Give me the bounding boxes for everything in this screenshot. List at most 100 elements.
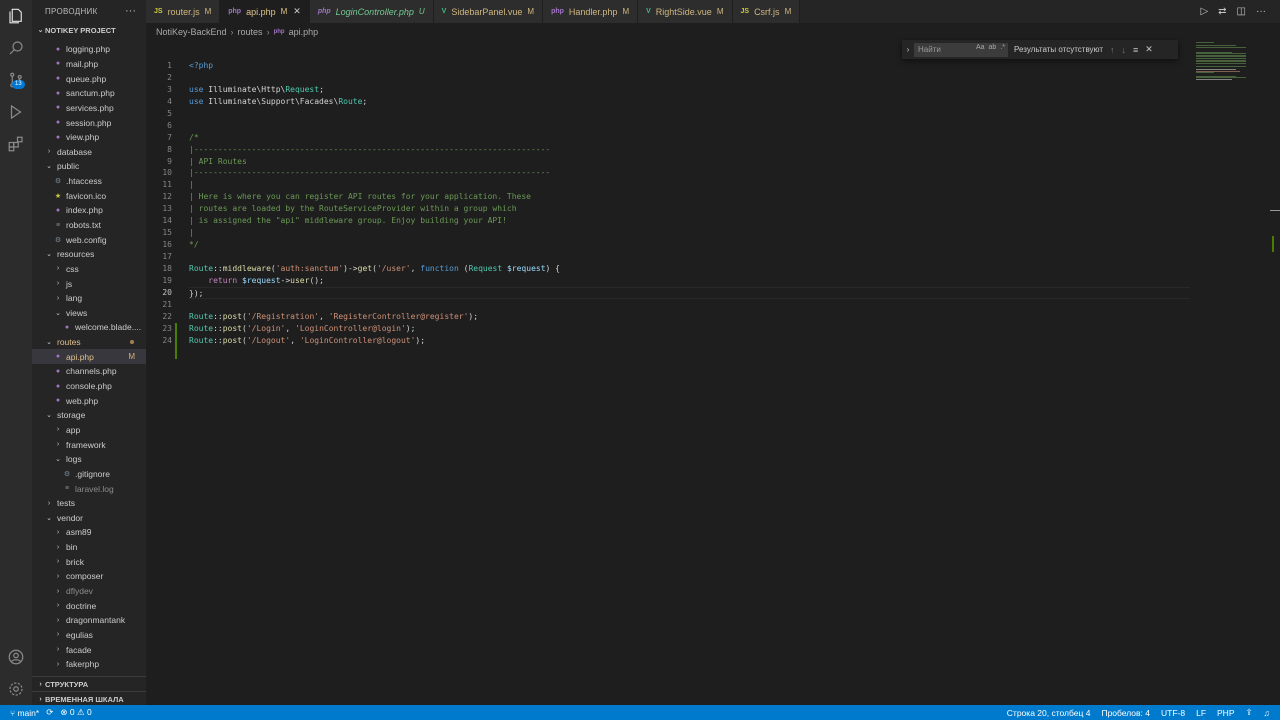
file-item[interactable]: ● logging.php <box>32 42 146 57</box>
breadcrumb-root[interactable]: NotiKey-BackEnd <box>156 27 227 37</box>
folder-item[interactable]: › css <box>32 262 146 277</box>
project-section-header[interactable]: ⌄ NOTIKEY PROJECT <box>32 22 146 38</box>
folder-item[interactable]: › bin <box>32 540 146 555</box>
code-line[interactable]: use Illuminate\Http\Request; <box>189 84 1190 96</box>
file-item[interactable]: ● web.php <box>32 393 146 408</box>
folder-item[interactable]: › asm89 <box>32 525 146 540</box>
next-match-icon[interactable]: ↓ <box>1122 45 1127 55</box>
folder-item[interactable]: ⌄ routes <box>32 335 146 350</box>
breadcrumb-folder[interactable]: routes <box>238 27 263 37</box>
folder-item[interactable]: › framework <box>32 437 146 452</box>
file-item[interactable]: ⚙ .gitignore <box>32 467 146 482</box>
breadcrumb-file[interactable]: api.php <box>289 27 319 37</box>
code-line[interactable]: <?php <box>189 60 1190 72</box>
code-line[interactable]: | is assigned the "api" middleware group… <box>189 215 1190 227</box>
extensions-icon[interactable] <box>6 134 26 154</box>
editor-tab[interactable]: php LoginController.php U <box>309 0 434 23</box>
compare-changes-icon[interactable]: ⇄ <box>1218 6 1226 17</box>
close-find-icon[interactable]: ✕ <box>1145 44 1153 55</box>
folder-item[interactable]: › database <box>32 144 146 159</box>
use-regex-icon[interactable]: .* <box>1000 44 1005 51</box>
code-line[interactable]: | API Routes <box>189 156 1190 168</box>
code-line[interactable]: /* <box>189 132 1190 144</box>
code-line[interactable] <box>189 120 1190 132</box>
file-item[interactable]: ≡ laravel.log <box>32 481 146 496</box>
file-item[interactable]: ● view.php <box>32 130 146 145</box>
file-item[interactable]: ● session.php <box>32 115 146 130</box>
encoding[interactable]: UTF-8 <box>1161 708 1185 718</box>
problems-indicator[interactable]: ⊗ 0 ⚠ 0 <box>60 707 91 718</box>
file-item[interactable]: ● console.php <box>32 379 146 394</box>
folder-item[interactable]: › facade <box>32 642 146 657</box>
end-of-line[interactable]: LF <box>1196 708 1206 718</box>
file-item[interactable]: ★ favicon.ico <box>32 188 146 203</box>
folder-item[interactable]: ⌄ vendor <box>32 511 146 526</box>
file-item[interactable]: ≡ robots.txt <box>32 218 146 233</box>
live-share-icon[interactable]: ⇪ <box>1246 707 1253 718</box>
editor-tab[interactable]: JS Csrf.js M <box>732 0 801 23</box>
code-line[interactable]: | <box>189 227 1190 239</box>
code-line[interactable]: |---------------------------------------… <box>189 144 1190 156</box>
code-area[interactable]: <?php use Illuminate\Http\Request; use Ill… <box>189 60 1190 347</box>
language-mode[interactable]: PHP <box>1217 708 1234 718</box>
find-in-selection-icon[interactable]: ≡ <box>1133 45 1138 55</box>
code-line[interactable] <box>189 72 1190 84</box>
file-item[interactable]: ● sanctum.php <box>32 86 146 101</box>
file-item[interactable]: ● welcome.blade.... <box>32 320 146 335</box>
run-icon[interactable]: ▷ <box>1200 6 1208 17</box>
code-editor[interactable]: 1 2 3 4 5 6 7 8 9 10 11 12 13 14 15 16 17 18 19 20 21 22 23 24 … <box>146 40 1280 705</box>
code-line[interactable]: return $request->user(); <box>189 275 1190 287</box>
file-item[interactable]: ● queue.php <box>32 71 146 86</box>
folder-item[interactable]: › fakerphp <box>32 657 146 672</box>
code-line[interactable]: Route::post('/Registration', 'RegisterCo… <box>189 311 1190 323</box>
run-debug-icon[interactable] <box>6 102 26 122</box>
folder-item[interactable]: › app <box>32 423 146 438</box>
code-line[interactable]: |---------------------------------------… <box>189 167 1190 179</box>
editor-tab[interactable]: V SidebarPanel.vue M <box>433 0 544 23</box>
cursor-position[interactable]: Строка 20, столбец 4 <box>1007 708 1091 718</box>
minimap[interactable] <box>1196 40 1268 80</box>
code-line[interactable] <box>189 299 1190 311</box>
close-tab-icon[interactable]: ✕ <box>293 6 301 17</box>
file-item[interactable]: ● channels.php <box>32 364 146 379</box>
editor-tab[interactable]: JS router.js M <box>146 0 221 23</box>
file-item[interactable]: ● services.php <box>32 101 146 116</box>
sync-icon[interactable]: ⟳ <box>46 707 53 718</box>
folder-item[interactable]: › tests <box>32 496 146 511</box>
code-line[interactable]: */ <box>189 239 1190 251</box>
code-line[interactable]: Route::post('/Logout', 'LoginController@… <box>189 335 1190 347</box>
find-input[interactable]: Найти Aa ab .* <box>914 42 1008 57</box>
more-actions-icon[interactable]: ··· <box>125 5 136 17</box>
file-item[interactable]: ⚙ web.config <box>32 232 146 247</box>
folder-item[interactable]: ⌄ logs <box>32 452 146 467</box>
folder-item[interactable]: › dragonmantank <box>32 613 146 628</box>
timeline-section-header[interactable]: › ВРЕМЕННАЯ ШКАЛА <box>32 691 146 705</box>
folder-item[interactable]: ⌄ storage <box>32 408 146 423</box>
file-item[interactable]: ⚙ .htaccess <box>32 174 146 189</box>
folder-item[interactable]: › brick <box>32 554 146 569</box>
file-item[interactable]: ● api.php M <box>32 349 146 365</box>
indentation[interactable]: Пробелов: 4 <box>1101 708 1150 718</box>
code-line[interactable]: Route::middleware('auth:sanctum')->get('… <box>189 263 1190 275</box>
toggle-replace-icon[interactable]: › <box>902 45 914 54</box>
folder-item[interactable]: ⌄ public <box>32 159 146 174</box>
outline-section-header[interactable]: › СТРУКТУРА <box>32 676 146 691</box>
more-actions-icon[interactable]: ··· <box>1256 6 1266 17</box>
folder-item[interactable]: ⌄ views <box>32 306 146 321</box>
branch-indicator[interactable]: ⑂ main* <box>10 708 39 718</box>
folder-item[interactable]: › egulias <box>32 628 146 643</box>
folder-item[interactable]: ⌄ resources <box>32 247 146 262</box>
folder-item[interactable]: › dflydev <box>32 584 146 599</box>
editor-tab[interactable]: V RightSide.vue M <box>638 0 733 23</box>
code-line[interactable]: | Here is where you can register API rou… <box>189 191 1190 203</box>
code-line[interactable]: | <box>189 179 1190 191</box>
code-line[interactable]: | routes are loaded by the RouteServiceP… <box>189 203 1190 215</box>
notifications-bell-icon[interactable]: ♫ <box>1264 708 1270 718</box>
previous-match-icon[interactable]: ↑ <box>1110 45 1115 55</box>
file-item[interactable]: ● mail.php <box>32 57 146 72</box>
editor-tab[interactable]: php api.php M ✕ <box>220 0 310 23</box>
code-line[interactable] <box>189 251 1190 263</box>
file-item[interactable]: ● index.php <box>32 203 146 218</box>
account-icon[interactable] <box>6 647 26 667</box>
explorer-icon[interactable] <box>6 6 26 26</box>
